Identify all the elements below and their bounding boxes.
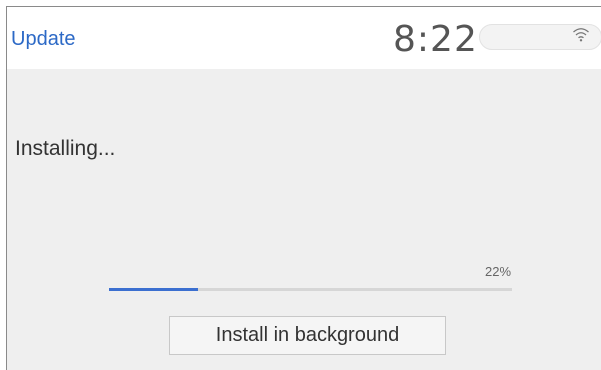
progress-percent-label: 22% (485, 264, 512, 279)
progress-fill (109, 288, 198, 291)
progress-bar (109, 288, 512, 291)
wifi-icon (572, 26, 590, 42)
clock: 8:22 (393, 19, 478, 60)
update-window: Update 8:22 Installing... 22% Install in… (6, 6, 601, 370)
page-title: Update (11, 28, 76, 50)
install-status-text: Installing... (15, 137, 116, 160)
install-in-background-button[interactable]: Install in background (169, 316, 446, 355)
header-bar: Update 8:22 (7, 7, 601, 69)
